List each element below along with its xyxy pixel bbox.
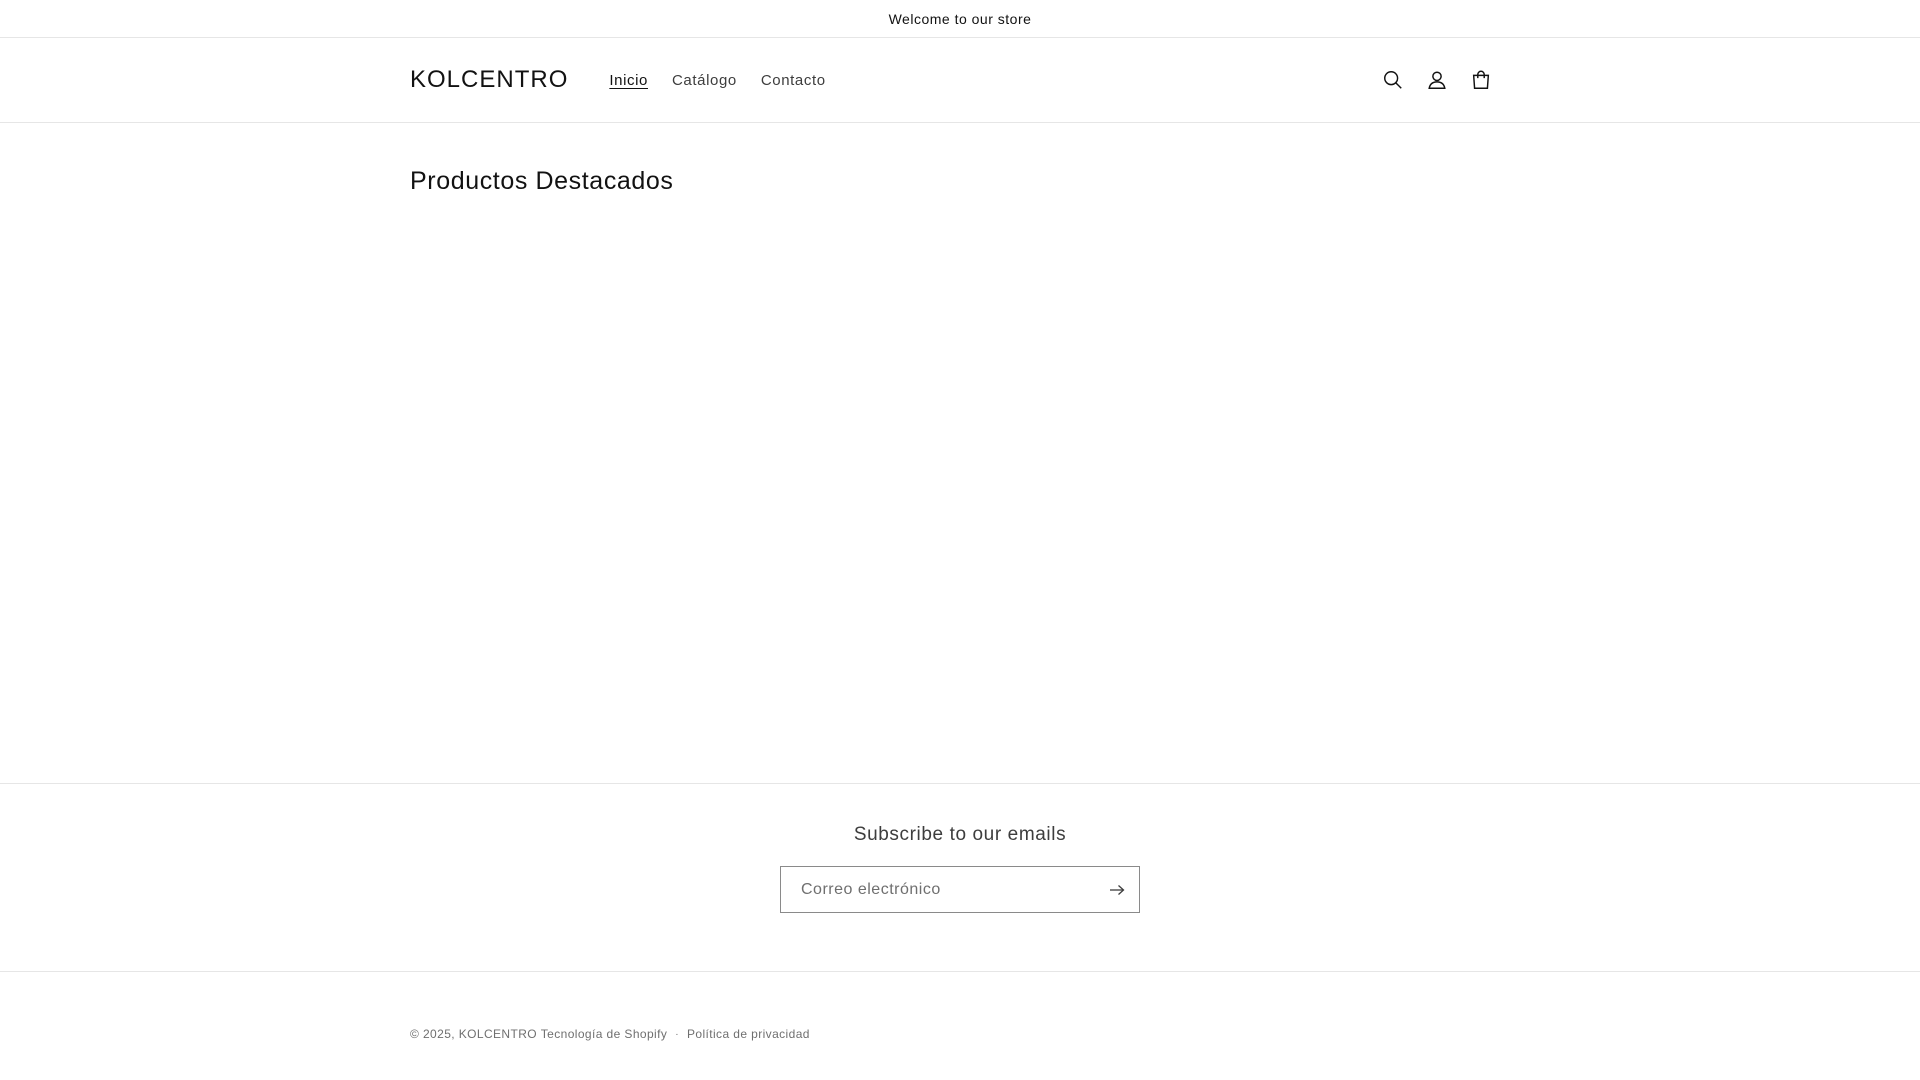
email-input[interactable]: [781, 867, 1095, 912]
cart-icon: [1472, 70, 1490, 89]
announcement-bar: Welcome to our store: [0, 0, 1920, 38]
account-button[interactable]: [1415, 58, 1459, 102]
nav-link-catalogo[interactable]: Catálogo: [660, 66, 749, 95]
header-icons: [1371, 58, 1503, 102]
privacy-policy-link[interactable]: Política de privacidad: [687, 1027, 810, 1041]
nav-link-inicio[interactable]: Inicio: [597, 66, 660, 95]
search-button[interactable]: [1371, 58, 1415, 102]
newsletter-section: Subscribe to our emails: [0, 784, 1920, 972]
header-inner: KOLCENTRO Inicio Catálogo Contacto: [410, 38, 1503, 122]
footer-brand-link[interactable]: KOLCENTRO: [459, 1027, 537, 1041]
newsletter-title: Subscribe to our emails: [853, 824, 1067, 845]
main-nav: Inicio Catálogo Contacto: [597, 66, 837, 95]
account-icon: [1428, 71, 1446, 89]
footer-bottom: © 2025, KOLCENTRO Tecnología de Shopify …: [410, 1027, 1920, 1041]
cart-button[interactable]: [1459, 58, 1503, 102]
featured-products-title: Productos Destacados: [410, 167, 674, 195]
footer-separator: ·: [675, 1028, 679, 1040]
arrow-right-icon: [1110, 884, 1125, 895]
site-header: KOLCENTRO Inicio Catálogo Contacto: [0, 38, 1920, 123]
main-content: Productos Destacados: [0, 123, 1920, 784]
copyright-text: © 2025,: [410, 1027, 456, 1041]
store-logo[interactable]: KOLCENTRO: [410, 66, 568, 94]
nav-link-contacto[interactable]: Contacto: [749, 66, 838, 95]
email-field-wrapper: [780, 866, 1140, 913]
powered-by-link[interactable]: Tecnología de Shopify: [541, 1027, 667, 1041]
subscribe-submit-button[interactable]: [1095, 867, 1139, 912]
search-icon: [1384, 71, 1402, 89]
announcement-text: Welcome to our store: [888, 10, 1032, 27]
